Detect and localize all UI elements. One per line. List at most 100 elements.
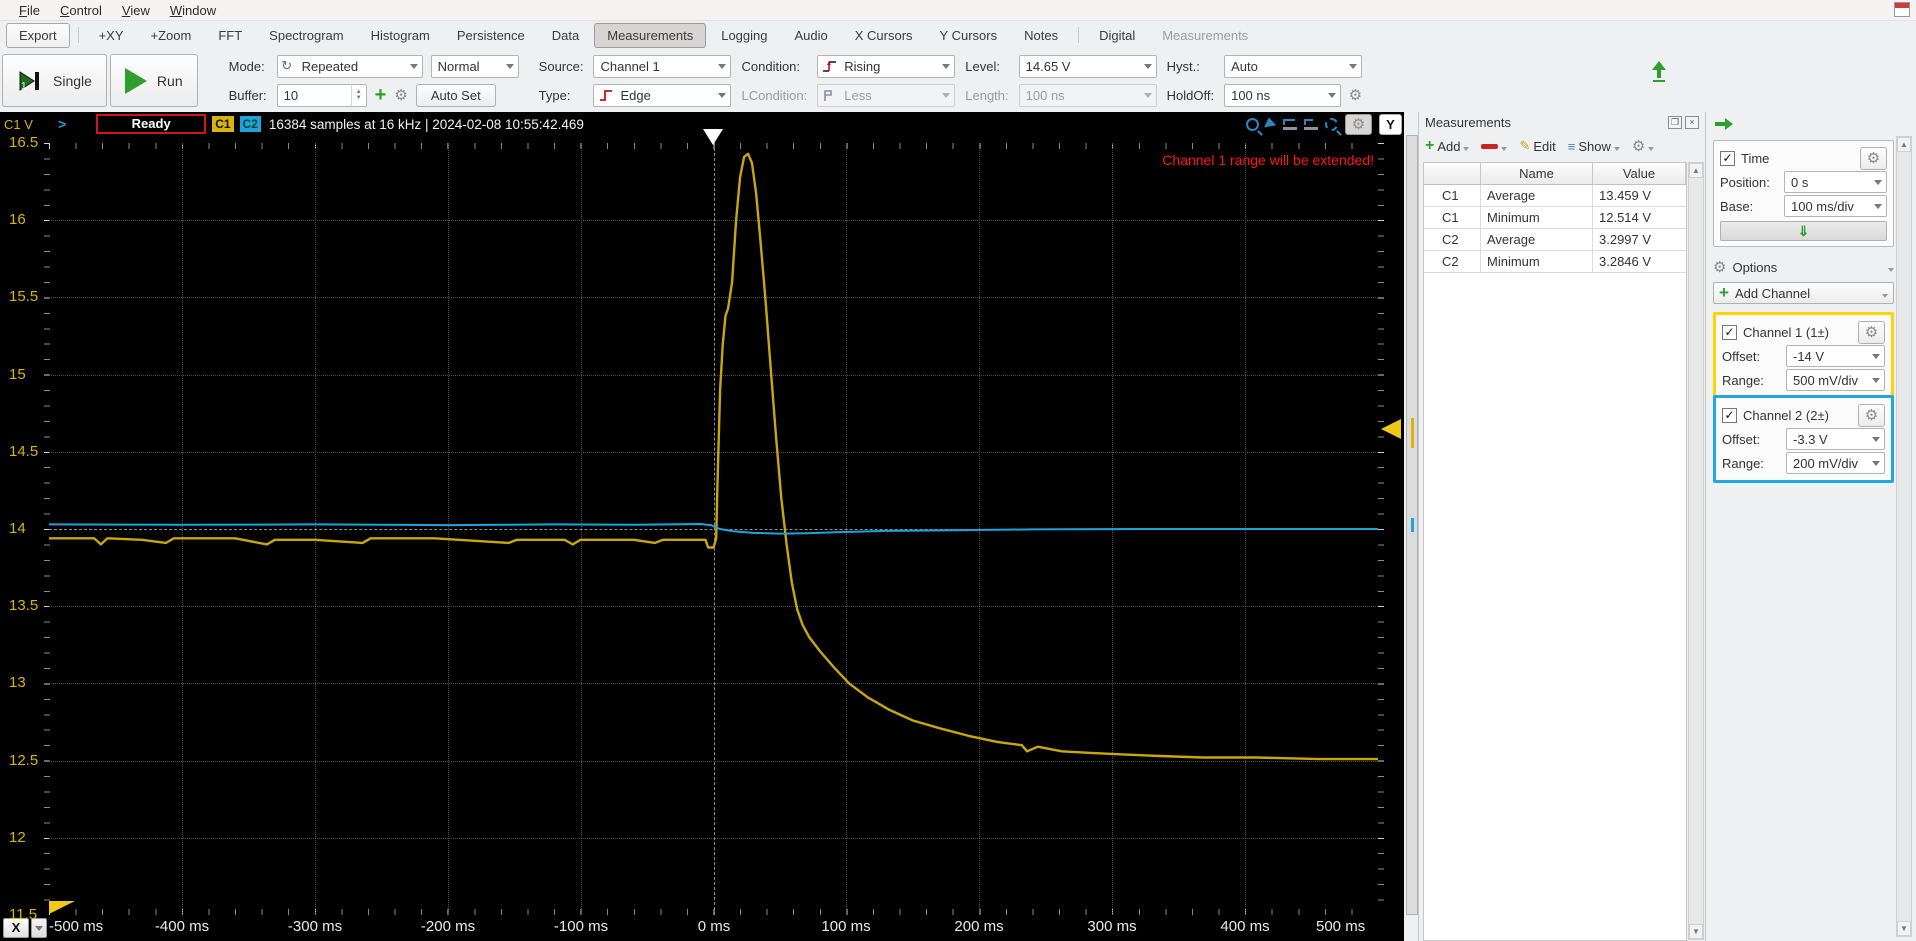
name-cell: Minimum bbox=[1481, 207, 1593, 228]
time-expand-button[interactable]: ⇓ bbox=[1720, 221, 1887, 241]
options-label: Options bbox=[1732, 259, 1778, 275]
tab-fft[interactable]: FFT bbox=[206, 24, 254, 47]
channel2-range-select[interactable]: 200 mV/div bbox=[1786, 452, 1885, 474]
column-header[interactable]: Name bbox=[1481, 163, 1593, 184]
add-measurement-button[interactable]: + Add bbox=[1425, 136, 1470, 156]
menu-window[interactable]: Window bbox=[161, 2, 225, 19]
length-label: Length: bbox=[965, 87, 1009, 103]
add-channel-button[interactable]: + Add Channel bbox=[1713, 282, 1894, 304]
expand-right-arrow-icon[interactable] bbox=[1715, 118, 1733, 130]
scroll-up-icon[interactable]: ▲ bbox=[1897, 137, 1911, 152]
tab-measurements: Measurements bbox=[1162, 27, 1249, 43]
cursor-mode-icon[interactable] bbox=[1264, 116, 1278, 132]
channel2-checkbox[interactable]: ✓ bbox=[1722, 407, 1737, 423]
time-gear-button[interactable]: ⚙ bbox=[1860, 146, 1887, 170]
scroll-up-icon[interactable]: ▲ bbox=[1689, 163, 1703, 178]
channel1-badge[interactable]: C1 bbox=[212, 116, 234, 132]
single-label: Single bbox=[53, 72, 92, 89]
level-select[interactable]: 14.65 V bbox=[1018, 54, 1157, 78]
gridline-horizontal bbox=[49, 220, 1378, 222]
quick-measure-horizontal-icon[interactable] bbox=[1283, 118, 1297, 130]
show-measurement-button[interactable]: ≡ Show bbox=[1568, 139, 1620, 154]
buffer-spinner[interactable]: 10 ▲ ▼ bbox=[276, 83, 367, 107]
menu-control[interactable]: Control bbox=[51, 2, 111, 19]
add-buffer-icon[interactable]: + bbox=[375, 85, 387, 105]
mode-select[interactable]: ↻ Repeated bbox=[276, 54, 423, 78]
time-checkbox[interactable]: ✓ bbox=[1720, 150, 1735, 166]
single-button[interactable]: 1 Single bbox=[2, 54, 107, 107]
spinner-arrows-icon[interactable]: ▲ ▼ bbox=[350, 84, 366, 106]
plot-settings-button[interactable]: ⚙ bbox=[1345, 113, 1372, 135]
hysteresis-select[interactable]: Auto bbox=[1224, 54, 1363, 78]
table-header-row[interactable]: Name Value bbox=[1424, 163, 1686, 185]
run-button[interactable]: Run bbox=[109, 54, 198, 107]
tab-audio[interactable]: Audio bbox=[783, 24, 840, 47]
panel-scrollbar[interactable]: ▲ ▼ bbox=[1896, 136, 1912, 937]
show-label: Show bbox=[1578, 138, 1611, 154]
tab-measurements[interactable]: Measurements bbox=[594, 22, 707, 48]
source-select[interactable]: Channel 1 bbox=[593, 54, 732, 78]
holdoff-select[interactable]: 100 ns bbox=[1224, 83, 1341, 107]
channel2-badge[interactable]: C2 bbox=[239, 116, 261, 132]
table-row[interactable]: C2 Average 3.2997 V bbox=[1424, 229, 1686, 251]
auto-set-button[interactable]: Auto Set bbox=[415, 83, 496, 107]
channel2-gear-button[interactable]: ⚙ bbox=[1858, 403, 1885, 427]
tab-digital[interactable]: Digital bbox=[1087, 24, 1147, 47]
lcondition-select: Less bbox=[817, 83, 956, 107]
base-select[interactable]: 100 ms/div bbox=[1784, 195, 1887, 217]
tab-y-cursors[interactable]: Y Cursors bbox=[928, 24, 1010, 47]
range-indicator-strip[interactable] bbox=[1406, 135, 1418, 915]
tab--xy[interactable]: +XY bbox=[87, 24, 136, 47]
table-row[interactable]: C1 Average 13.459 V bbox=[1424, 185, 1686, 207]
quick-measure-vertical-icon[interactable] bbox=[1304, 118, 1318, 130]
x-tick-label: 200 ms bbox=[954, 918, 1004, 935]
measurements-settings-button[interactable]: ⚙ bbox=[1632, 139, 1655, 154]
tab-persistence[interactable]: Persistence bbox=[445, 24, 537, 47]
tab-x-cursors[interactable]: X Cursors bbox=[843, 24, 925, 47]
menu-view[interactable]: View bbox=[113, 2, 159, 19]
channel1-checkbox[interactable]: ✓ bbox=[1722, 324, 1737, 340]
trigger-position-marker[interactable] bbox=[703, 129, 723, 145]
remove-measurement-button[interactable] bbox=[1481, 141, 1508, 151]
close-icon[interactable]: × bbox=[1685, 116, 1699, 129]
base-value: 100 ms/div bbox=[1791, 198, 1854, 214]
options-row[interactable]: ⚙ Options bbox=[1713, 256, 1894, 278]
collapse-up-arrow-icon[interactable] bbox=[1652, 61, 1666, 83]
condition-select[interactable]: Rising bbox=[817, 54, 956, 78]
channel1-gear-button[interactable]: ⚙ bbox=[1858, 320, 1885, 344]
app-window-icon[interactable] bbox=[1894, 2, 1910, 17]
zoom-fit-icon[interactable] bbox=[1325, 117, 1338, 131]
trigger-level-marker[interactable] bbox=[1381, 419, 1401, 439]
measurements-scrollbar[interactable]: ▲ ▼ bbox=[1688, 162, 1704, 940]
trigger-gear-icon[interactable]: ⚙ bbox=[1349, 88, 1362, 103]
channel1-range-select[interactable]: 500 mV/div bbox=[1786, 369, 1885, 391]
scroll-down-icon[interactable]: ▼ bbox=[1897, 921, 1911, 936]
column-header[interactable]: Value bbox=[1593, 163, 1686, 184]
y-axis-button[interactable]: Y bbox=[1379, 113, 1402, 135]
tab-logging[interactable]: Logging bbox=[709, 24, 779, 47]
column-header[interactable] bbox=[1424, 163, 1481, 184]
position-select[interactable]: 0 s bbox=[1784, 171, 1887, 193]
channel1-offset-marker[interactable] bbox=[49, 901, 75, 914]
chevron-down-icon bbox=[714, 92, 730, 98]
tab-spectrogram[interactable]: Spectrogram bbox=[257, 24, 355, 47]
tab-data[interactable]: Data bbox=[540, 24, 591, 47]
type-select[interactable]: Edge bbox=[593, 83, 732, 107]
undock-icon[interactable]: ❐ bbox=[1668, 116, 1682, 129]
table-row[interactable]: C1 Minimum 12.514 V bbox=[1424, 207, 1686, 229]
plot-canvas[interactable] bbox=[49, 143, 1378, 915]
channel1-offset-select[interactable]: -14 V bbox=[1786, 345, 1885, 367]
tab-export[interactable]: Export bbox=[6, 22, 70, 48]
tab-histogram[interactable]: Histogram bbox=[359, 24, 442, 47]
scroll-down-icon[interactable]: ▼ bbox=[1689, 924, 1703, 939]
menu-file[interactable]: File bbox=[10, 2, 49, 19]
tab--zoom[interactable]: +Zoom bbox=[139, 24, 204, 47]
channel2-offset-select[interactable]: -3.3 V bbox=[1786, 428, 1885, 450]
table-row[interactable]: C2 Minimum 3.2846 V bbox=[1424, 251, 1686, 273]
tab-notes[interactable]: Notes bbox=[1012, 24, 1070, 47]
edit-measurement-button[interactable]: ✎ Edit bbox=[1519, 138, 1555, 154]
zoom-in-icon[interactable] bbox=[1246, 117, 1259, 131]
buffer-gear-icon[interactable]: ⚙ bbox=[394, 88, 407, 103]
trigger-ready-arrow-icon: > bbox=[58, 116, 67, 132]
acquisition-select[interactable]: Normal bbox=[430, 54, 519, 78]
